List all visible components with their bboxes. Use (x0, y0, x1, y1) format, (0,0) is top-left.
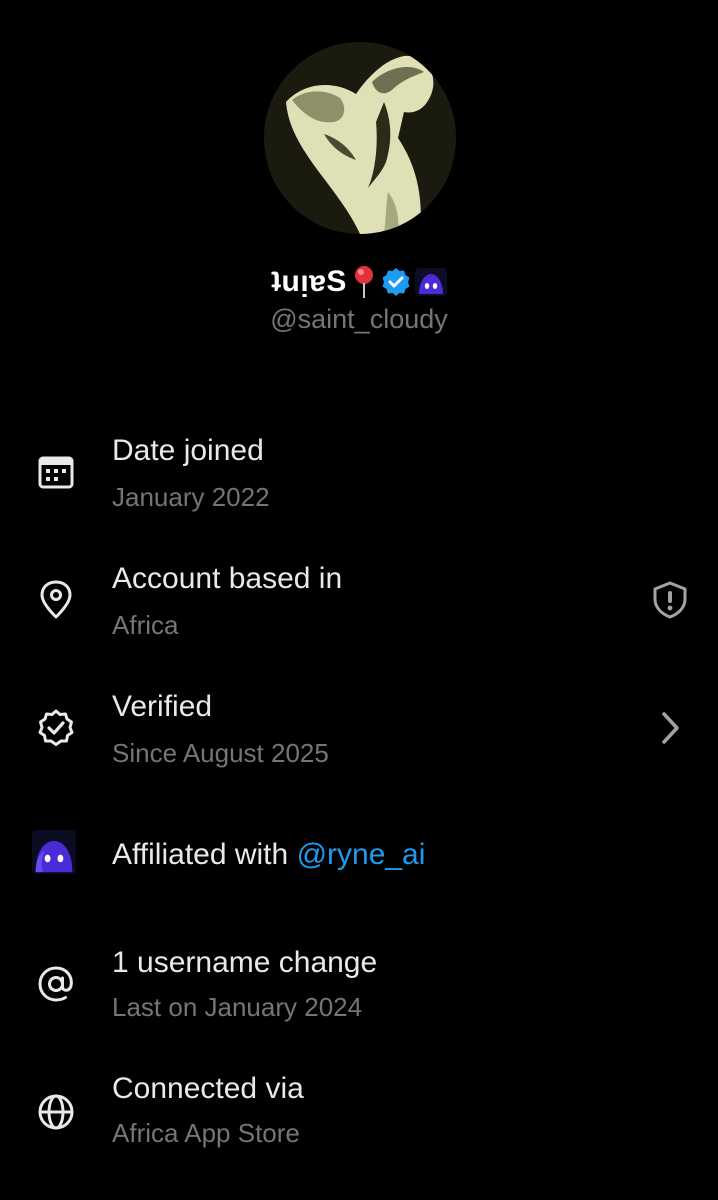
affiliate-badge-icon[interactable] (414, 268, 447, 296)
row-verified[interactable]: Verified Since August 2025 (0, 686, 718, 796)
pushpin-emoji-icon (351, 265, 377, 299)
shield-alert-icon[interactable] (648, 578, 692, 622)
affiliate-link[interactable]: @ryne_ai (297, 838, 426, 871)
avatar-image (264, 42, 456, 234)
row-title: Date joined (112, 434, 264, 467)
row-subtitle: Africa App Store (112, 1118, 300, 1148)
profile-avatar[interactable] (264, 42, 456, 234)
row-subtitle: Since August 2025 (112, 738, 329, 768)
at-sign-icon (34, 962, 78, 1006)
row-username-change: 1 username change Last on January 2024 (0, 942, 718, 1052)
affiliated-label: Affiliated with (112, 838, 289, 871)
chevron-right-icon[interactable] (648, 706, 692, 750)
row-title: 1 username change (112, 946, 378, 979)
location-pin-icon (34, 578, 78, 622)
row-subtitle: Last on January 2024 (112, 992, 363, 1022)
row-affiliated-with: Affiliated with @ryne_ai (0, 826, 718, 936)
row-connected-via: Connected via Africa App Store (0, 1070, 718, 1180)
profile-handle: @saint_cloudy (270, 304, 448, 334)
row-account-based-in: Account based in Africa (0, 558, 718, 668)
row-title: Connected via (112, 1072, 304, 1105)
verified-check-icon (34, 706, 78, 750)
row-date-joined: Date joined January 2022 (0, 430, 718, 540)
row-subtitle: January 2022 (112, 482, 270, 512)
calendar-icon (34, 450, 78, 494)
profile-name-row: ʇuᴉɐS (0, 262, 718, 302)
row-title: Affiliated with @ryne_ai (112, 838, 425, 872)
row-title: Account based in (112, 562, 343, 595)
row-title: Verified (112, 690, 213, 723)
affiliate-avatar-icon[interactable] (32, 830, 76, 874)
verified-badge-icon[interactable] (381, 267, 411, 297)
display-name: ʇuᴉɐS (271, 265, 347, 298)
row-subtitle: Africa (112, 610, 179, 640)
globe-icon (34, 1090, 78, 1134)
